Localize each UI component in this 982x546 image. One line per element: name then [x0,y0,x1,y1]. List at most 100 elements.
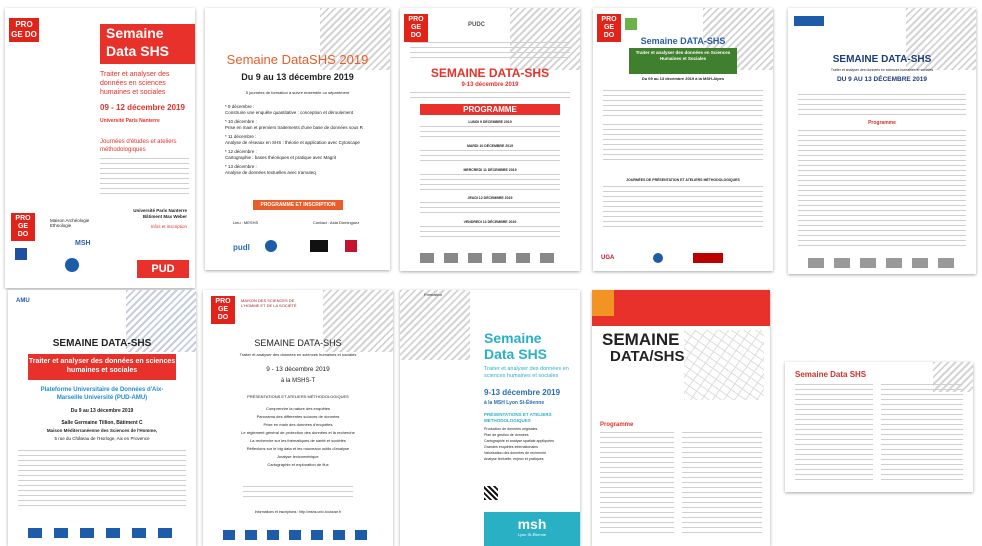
topic-3: Prise en main des données d'enquêtes [263,422,333,427]
session-2: MARDI 10 DÉCEMBRE 2019 [466,144,514,148]
day-9-text: Construire une enquête quantitative : co… [225,110,354,115]
poster-lyon[interactable]: Formation Semaine Data SHS Traiter et an… [400,290,580,546]
poster-lille[interactable]: Semaine DataSHS 2019 Du 9 au 13 décembre… [205,8,390,270]
session-2-text [420,150,560,164]
poster-title-line1: Semaine [106,25,164,41]
poster-datashs-program[interactable]: SEMAINE DATA/SHS Programme [592,290,770,546]
poster-dates: 9-13 décembre 2019 [484,388,561,397]
programme-heading: Programme [868,120,896,126]
presentations-heading: PRÉSENTATIONS ET ATELIERS MÉTHODOLOGIQUE… [484,412,552,423]
title-box: Semaine Data SHS [100,24,195,64]
desc-text [410,92,570,100]
msh-logo: msh [517,516,547,532]
session-5-text [420,226,560,240]
topic-6: Analyse textuelle, enjeux et pratiques [484,457,544,461]
poster-site2: Bâtiment Max Weber [142,214,187,219]
topic-1: Comprendre la nature des enquêtes [265,406,331,411]
day-10-text: Prise en main et premiers traitements d'… [225,125,363,130]
poster-dates: 9-13 décembre 2019 [461,82,519,88]
poster-small-landscape[interactable]: Semaine Data SHS [785,362,973,492]
topic-2: Panorama des différentes sources de donn… [256,414,340,419]
msh-logo: MSH [75,240,91,247]
progedo-logo-small: PRO GE DO [11,213,35,241]
programme-col-2 [682,432,762,536]
msh-logo-icon [794,16,824,26]
poster-grenoble[interactable]: PRO GE DO Semaine DATA-SHS Traiter et an… [593,8,773,271]
formation-label: Formation [424,292,443,297]
footer-logos [420,253,560,263]
venue-address: 5 rue du Château de l'Horloge, Aix en Pr… [54,436,150,441]
poster-rennes[interactable]: SEMAINE DATA-SHS Traiter et analyser des… [788,8,976,274]
poster-title-line2: Data SHS [106,43,170,59]
wave-decoration [510,8,580,70]
poster-title: SEMAINE DATA-SHS [430,66,550,80]
green-banner: Traiter et analyser des données en Scien… [629,48,737,74]
presentations-heading: PRÉSENTATIONS ET ATELIERS MÉTHODOLOGIQUE… [247,394,349,399]
programme-col-1 [600,432,674,536]
poster-dates: DU 9 AU 13 DÉCEMBRE 2019 [836,76,928,83]
poster-intro: 5 journées de formation à suivre ensembl… [245,90,350,95]
banner-subtitle: Traiter et analyser des données en Scien… [635,50,731,61]
pud-logo: PUD [137,260,189,278]
poster-title: Semaine DataSHS 2019 [226,52,369,67]
orange-corner [592,290,614,316]
poster-title-line1: Semaine [484,330,542,346]
programme-text [798,130,966,250]
programme-button[interactable]: PROGRAMME ET INSCRIPTION [253,200,343,210]
poster-subtitle: Traiter et analyser des données en scien… [239,352,357,357]
body-text-right [881,384,963,484]
red-top-banner [592,290,770,326]
red-banner: Traiter et analyser des données en scien… [28,354,176,380]
poster-dates: Du 9 au 13 décembre 2019 [241,72,354,82]
topic-6: Réflexions sur le big data et les nouvea… [246,446,350,451]
poster-title-line2: Data SHS [484,346,548,362]
progedo-logo: PRO GE DO [404,14,428,42]
msh-alpes-icon [625,18,637,30]
amu-logo: AMU [16,298,30,304]
poster-title: SEMAINE DATA-SHS [832,54,932,65]
venue-text [243,486,353,500]
meshs-logo-icon [310,240,328,252]
wave-decoration [400,290,470,360]
uga-logo: UGA [601,255,615,261]
session-1: LUNDI 9 DÉCEMBRE 2019 [468,120,512,124]
day-13-text: Analyse de données textuelles avec Iramu… [225,170,316,175]
session-5: VENDREDI 13 DÉCEMBRE 2019 [463,220,517,224]
maison-logo-text: MAISON DES SCIENCES DE L'HOMME ET DE LA … [241,298,297,308]
poster-site1: Université Paris Nanterre [133,208,187,213]
poster-title: Semaine DATA-SHS [640,36,726,46]
poster-toulouse[interactable]: PRO GE DO MAISON DES SCIENCES DE L'HOMME… [203,290,393,546]
poster-title-line1: SEMAINE [602,330,680,349]
poster-caen[interactable]: PRO GE DO PUDC SEMAINE DATA-SHS 9-13 déc… [400,8,580,271]
session-4: JEUDI 12 DÉCEMBRE 2019 [467,196,513,200]
poster-subtitle: Traiter et analyser des données en scien… [484,366,569,379]
cnrs-logo-icon [265,240,277,252]
qr-code-icon [484,486,498,500]
cnrs-logo-icon [653,253,663,263]
topic-7: Analyse lexicométrique [277,454,319,459]
poster-body-text [100,158,189,198]
body-text-3 [603,186,763,230]
section-title: JOURNÉES DE PRÉSENTATION ET ATELIERS MÉT… [626,178,740,182]
poster-aix-marseille[interactable]: AMU SEMAINE DATA-SHS Traiter et analyser… [8,290,196,546]
venue-room: Salle Germaine Tillion, Bâtiment C [61,420,143,426]
poster-title: SEMAINE DATA-SHS [52,338,152,349]
pudl-logo: pudl [233,243,250,252]
intro-text [410,42,570,60]
progedo-logo: PRO GE DO [211,296,235,324]
footer-logos [28,528,176,538]
infos-line: Informations et inscriptions : http://ms… [254,510,342,514]
poster-contact: Contact : Asta Dominguez [313,220,360,225]
footer-logos [808,258,956,268]
partner-logo-icon [693,253,723,263]
intro-text [798,94,966,116]
day-11-text: Analyse de réseaux en SHS : théorie et a… [225,140,360,145]
poster-lieu: Lieu : MESHS [233,220,259,225]
topic-5: La recherche sur les thématiques de sant… [250,438,346,443]
body-text-2 [603,124,763,164]
pudc-logo: PUDC [468,22,486,28]
session-1-text [420,126,560,140]
poster-nanterre[interactable]: PRO GE DO Semaine Data SHS Traiter et an… [5,8,195,288]
programme-bar: PROGRAMME [420,104,560,115]
footer-logos [223,530,373,540]
